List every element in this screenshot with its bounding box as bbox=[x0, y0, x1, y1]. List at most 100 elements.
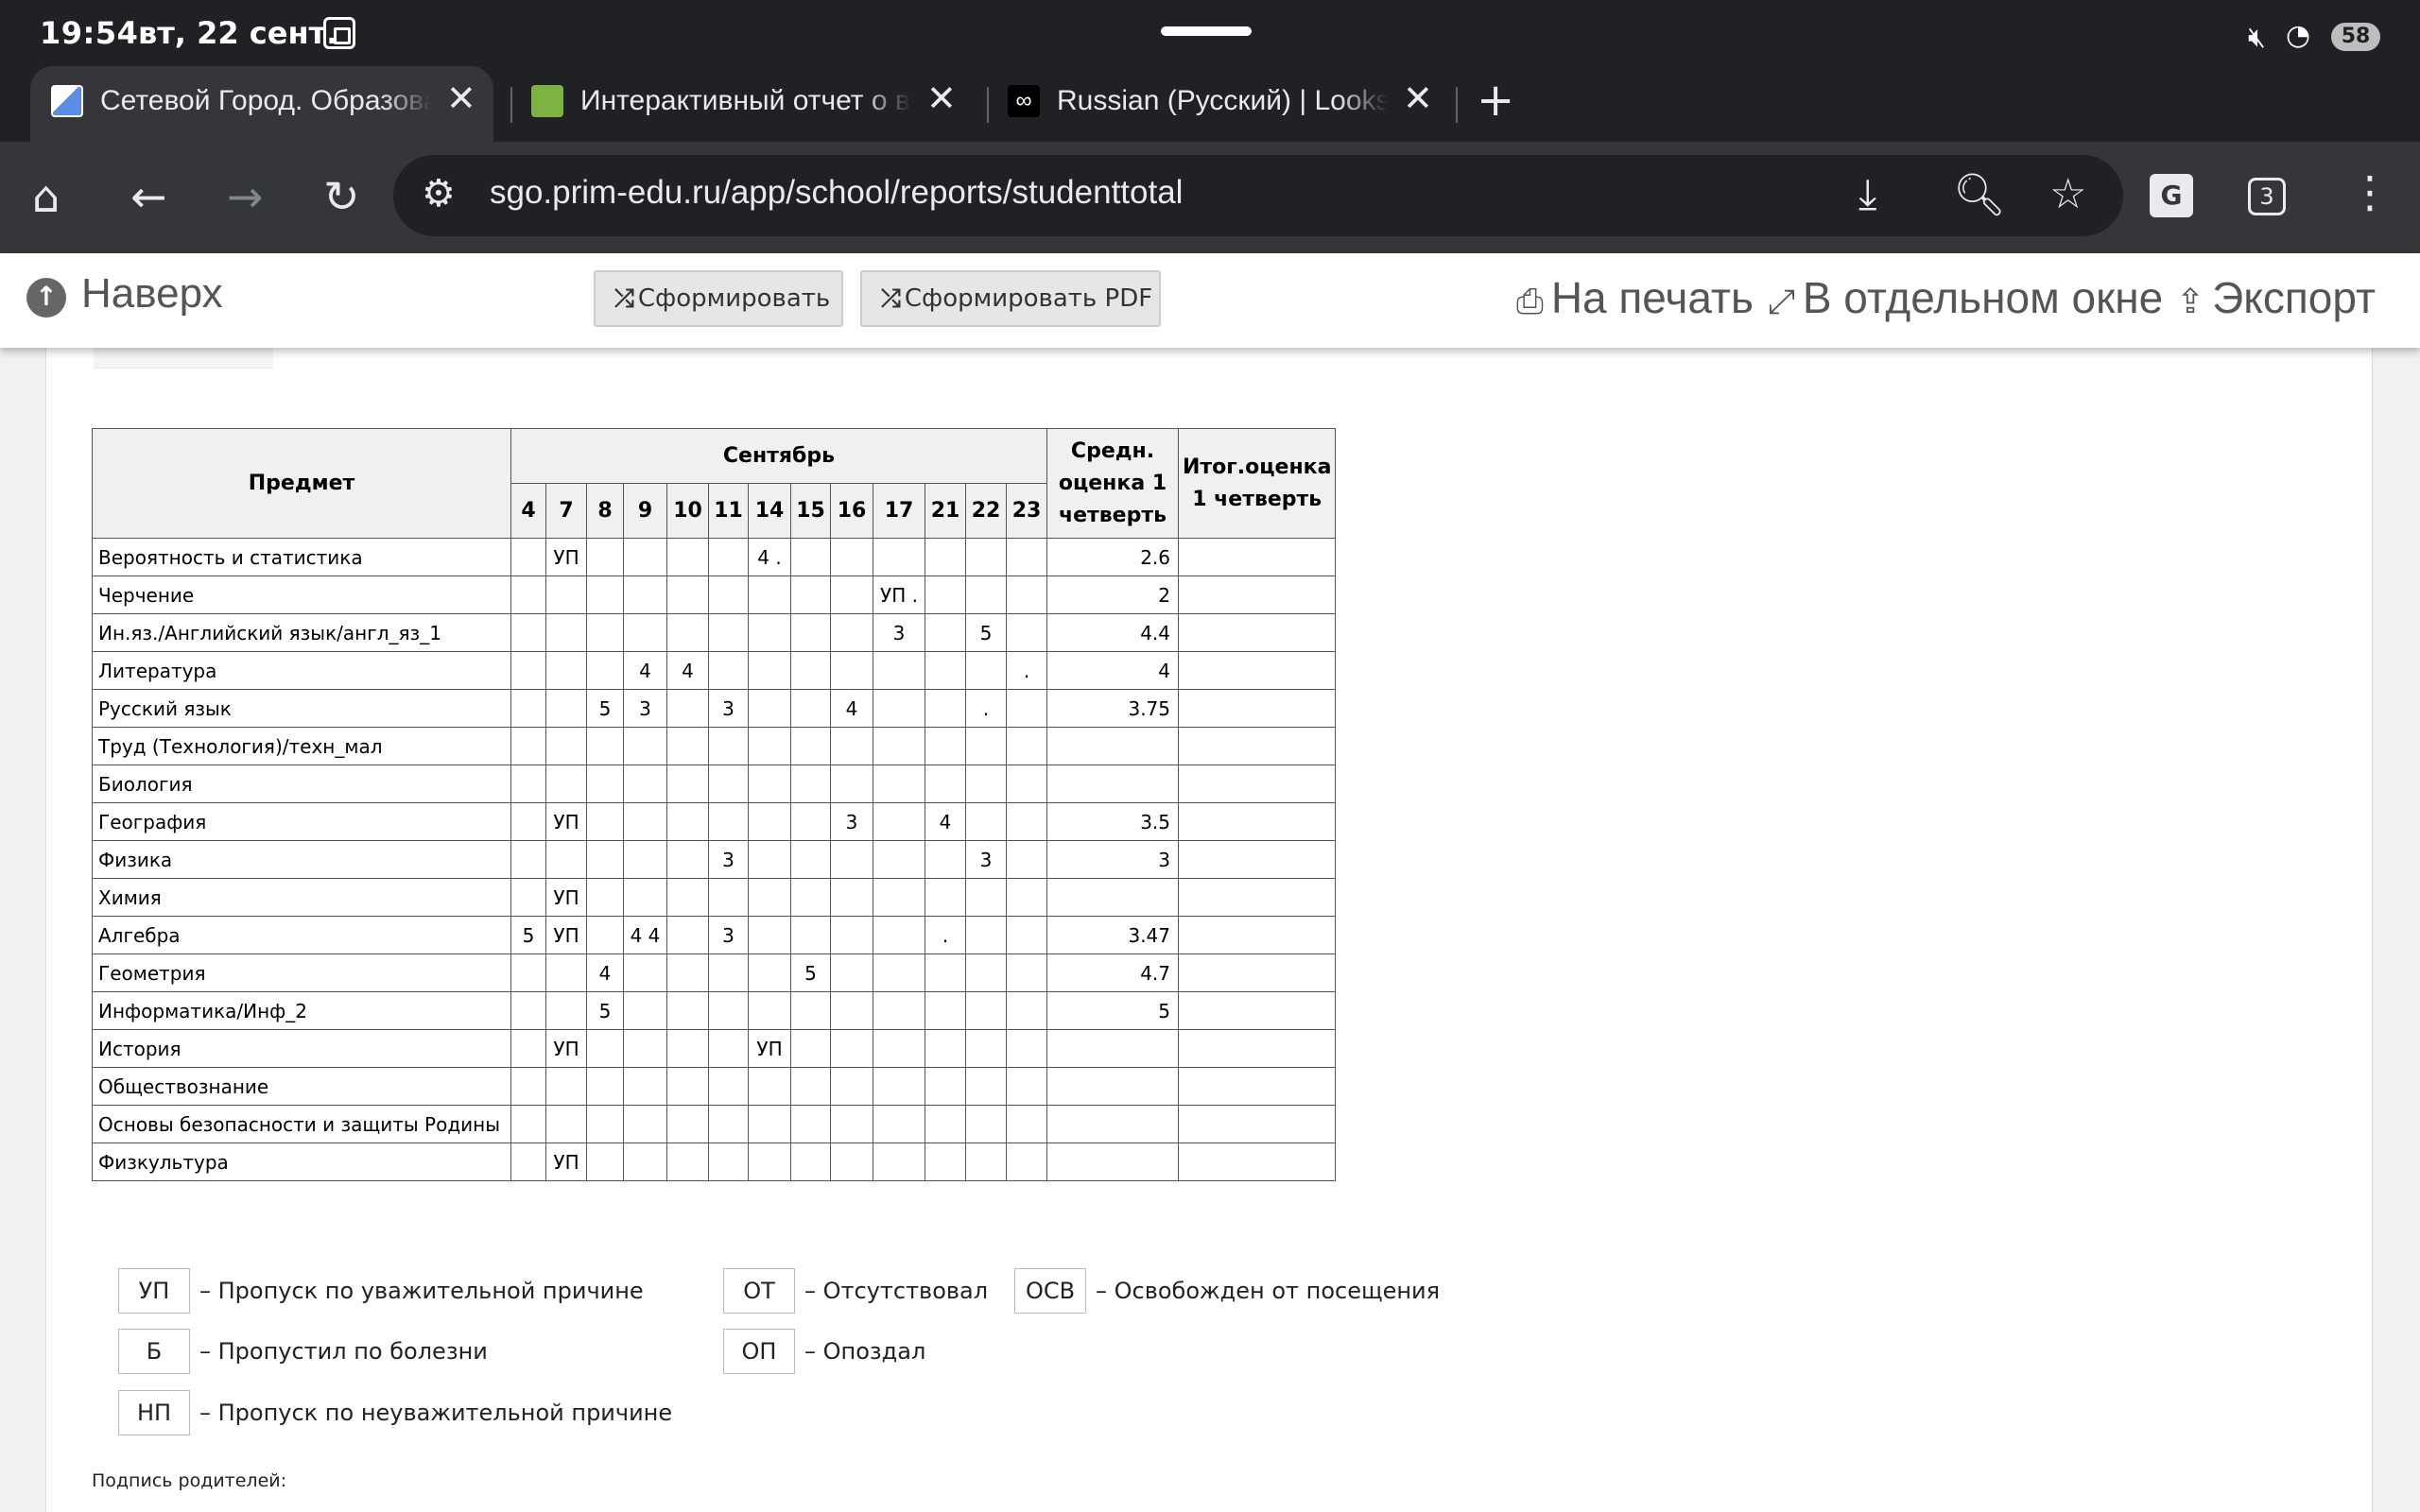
grade-cell bbox=[666, 613, 709, 652]
legend-item: ОСВ – Освобожден от посещения bbox=[1014, 1268, 1440, 1315]
tab-looksmaxxing[interactable]: ∞ Russian (Русский) | Looksmaxxing ✕ bbox=[987, 66, 1450, 142]
zoom-icon[interactable]: 🔍︎ bbox=[1953, 170, 2006, 219]
grade-cell bbox=[545, 765, 587, 803]
battery-indicator: 58 bbox=[2331, 23, 2380, 51]
grade-cell bbox=[708, 1067, 749, 1106]
grade-cell bbox=[830, 1143, 873, 1181]
drag-handle[interactable] bbox=[1161, 26, 1252, 36]
grade-cell bbox=[790, 1029, 831, 1068]
generate-button[interactable]: ⤮ Сформировать bbox=[594, 270, 843, 327]
table-row: Русский язык 5 3 3 4. 3.75 bbox=[92, 689, 1337, 728]
grade-cell bbox=[586, 1029, 624, 1068]
grade-cell bbox=[965, 878, 1007, 917]
grade-cell bbox=[873, 954, 925, 992]
grade-cell bbox=[748, 1143, 791, 1181]
grade-cell bbox=[830, 916, 873, 954]
grade-cell bbox=[965, 916, 1007, 954]
grade-cell bbox=[790, 689, 831, 728]
forward-icon[interactable]: → bbox=[227, 168, 264, 225]
grade-cell bbox=[790, 727, 831, 765]
grade-cell bbox=[790, 916, 831, 954]
grade-cell bbox=[623, 538, 667, 576]
grade-cell bbox=[925, 538, 966, 576]
url-text[interactable]: sgo.prim-edu.ru/app/school/reports/stude… bbox=[490, 174, 1183, 212]
grade-cell bbox=[748, 727, 791, 765]
address-bar[interactable]: ⚙ sgo.prim-edu.ru/app/school/reports/stu… bbox=[393, 155, 2123, 236]
arrow-up-icon[interactable]: ↑ bbox=[26, 278, 66, 318]
home-icon[interactable]: ⌂ bbox=[32, 168, 60, 225]
legend-code: НП bbox=[118, 1390, 190, 1435]
grade-cell bbox=[1006, 840, 1047, 879]
final-grade-cell bbox=[1177, 1067, 1337, 1106]
grade-cell bbox=[708, 802, 749, 841]
table-row: География УП 3 4 3.5 bbox=[92, 802, 1337, 841]
site-settings-icon[interactable]: ⚙ bbox=[422, 172, 456, 215]
day-header: 15 bbox=[790, 483, 831, 539]
reload-icon[interactable]: ↻ bbox=[323, 168, 360, 225]
new-tab-icon[interactable]: + bbox=[1477, 74, 1514, 127]
tab-interactive-report[interactable]: Интерактивный отчет о выполнении ✕ bbox=[510, 66, 974, 142]
grade-cell bbox=[510, 878, 546, 917]
tab-count-button[interactable]: 3 bbox=[2248, 178, 2286, 215]
download-icon[interactable]: ⤓ bbox=[1858, 170, 1876, 218]
grade-cell bbox=[545, 991, 587, 1030]
generate-pdf-label: Сформировать PDF bbox=[904, 284, 1153, 313]
average-cell: 4 bbox=[1046, 651, 1179, 690]
table-row: Обществознание bbox=[92, 1067, 1337, 1106]
grade-cell: УП bbox=[545, 538, 587, 576]
parent-signature-label: Подпись родителей: bbox=[92, 1470, 287, 1491]
grade-cell bbox=[830, 954, 873, 992]
grade-cell bbox=[925, 765, 966, 803]
print-link[interactable]: ⎙ На печать bbox=[1516, 272, 1754, 323]
grade-cell bbox=[510, 991, 546, 1030]
grade-cell: . bbox=[1006, 651, 1047, 690]
grade-cell bbox=[545, 689, 587, 728]
subject-header: Предмет bbox=[92, 428, 511, 539]
subject-cell: Черчение bbox=[92, 576, 511, 614]
separate-window-link[interactable]: ⤢ В отдельном окне bbox=[1768, 272, 2163, 323]
grade-cell bbox=[748, 576, 791, 614]
tab-separator bbox=[1456, 87, 1458, 123]
grade-cell bbox=[510, 1067, 546, 1106]
month-header: Сентябрь bbox=[510, 428, 1047, 484]
grade-cell bbox=[666, 878, 709, 917]
grade-cell bbox=[748, 651, 791, 690]
close-icon[interactable]: ✕ bbox=[446, 77, 476, 120]
generate-pdf-button[interactable]: ⤮ Сформировать PDF bbox=[860, 270, 1161, 327]
export-link[interactable]: ⇪ Экспорт bbox=[2176, 272, 2376, 323]
scroll-top-link[interactable]: Наверх bbox=[81, 270, 223, 318]
grade-cell bbox=[623, 1067, 667, 1106]
grade-cell bbox=[666, 1029, 709, 1068]
final-grade-cell bbox=[1177, 1143, 1337, 1181]
grade-cell bbox=[586, 765, 624, 803]
legend-desc: – Пропуск по уважительной причине bbox=[199, 1278, 644, 1304]
legend-item: УП – Пропуск по уважительной причине bbox=[118, 1268, 644, 1315]
grade-cell bbox=[623, 576, 667, 614]
table-row: Труд (Технология)/техн_мал bbox=[92, 727, 1337, 765]
grade-cell bbox=[1006, 727, 1047, 765]
grade-cell bbox=[586, 1143, 624, 1181]
grade-cell bbox=[1006, 802, 1047, 841]
subject-cell: Вероятность и статистика bbox=[92, 538, 511, 576]
shuffle-icon: ⤮ bbox=[881, 284, 901, 313]
menu-icon[interactable]: ⋮ bbox=[2348, 166, 2392, 217]
grade-cell bbox=[666, 1105, 709, 1143]
grade-cell bbox=[965, 1143, 1007, 1181]
average-cell bbox=[1046, 1029, 1179, 1068]
translate-icon[interactable]: G bbox=[2150, 174, 2193, 217]
print-label: На печать bbox=[1550, 273, 1754, 322]
close-icon[interactable]: ✕ bbox=[926, 77, 957, 120]
grade-cell: . bbox=[925, 916, 966, 954]
day-header: 22 bbox=[965, 483, 1007, 539]
day-header: 4 bbox=[510, 483, 546, 539]
close-icon[interactable]: ✕ bbox=[1403, 77, 1433, 120]
grade-cell bbox=[925, 651, 966, 690]
back-icon[interactable]: ← bbox=[130, 168, 167, 225]
tab-school-portal[interactable]: Сетевой Город. Образование ✕ bbox=[30, 66, 493, 142]
table-row: Информатика/Инф_2 5 5 bbox=[92, 991, 1337, 1030]
grade-cell bbox=[925, 991, 966, 1030]
subject-cell: Химия bbox=[92, 878, 511, 917]
day-header: 16 bbox=[830, 483, 873, 539]
day-header: 8 bbox=[586, 483, 624, 539]
star-icon[interactable]: ☆ bbox=[2049, 170, 2086, 218]
